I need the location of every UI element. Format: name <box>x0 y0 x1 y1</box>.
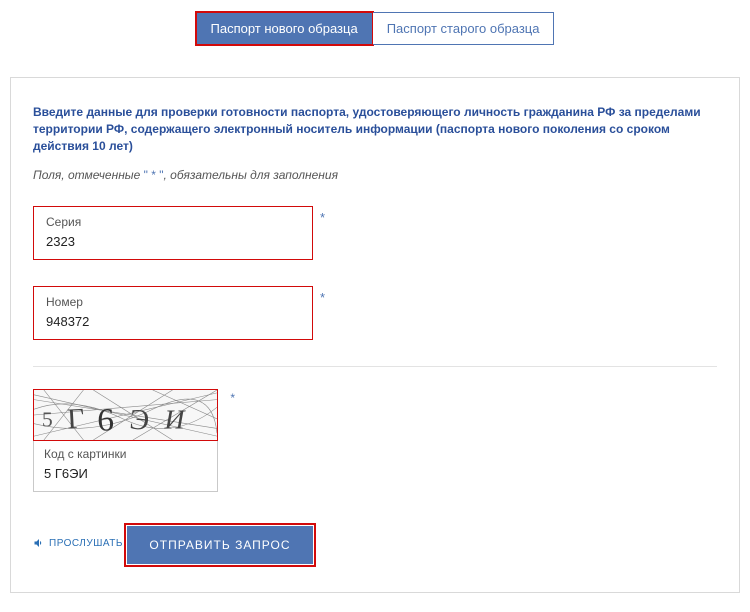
captcha-listen-link[interactable]: ПРОСЛУШАТЬ <box>33 537 123 549</box>
tab-new-passport[interactable]: Паспорт нового образца <box>196 12 373 45</box>
field-number: Номер * <box>33 286 313 340</box>
divider <box>33 366 717 367</box>
captcha-input[interactable] <box>44 466 207 481</box>
svg-text:6: 6 <box>97 402 114 438</box>
required-note-post: , обязательны для заполнения <box>164 168 338 182</box>
captcha-label: Код с картинки <box>44 447 207 461</box>
tab-old-passport[interactable]: Паспорт старого образца <box>373 12 555 45</box>
svg-text:Э: Э <box>128 404 150 437</box>
asterisk-icon: * <box>320 210 325 225</box>
series-label: Серия <box>46 215 300 229</box>
captcha-block: 5 Г 6 Э И * Код с картинки <box>33 389 225 492</box>
svg-text:5: 5 <box>42 408 53 432</box>
asterisk-icon: * <box>230 391 235 405</box>
required-note-star: " * " <box>144 168 164 182</box>
series-input[interactable] <box>46 234 300 249</box>
listen-label: ПРОСЛУШАТЬ <box>49 538 123 549</box>
svg-text:Г: Г <box>66 403 85 435</box>
asterisk-icon: * <box>320 290 325 305</box>
intro-text: Введите данные для проверки готовности п… <box>33 104 717 154</box>
form-panel: Введите данные для проверки готовности п… <box>10 77 740 593</box>
required-note-pre: Поля, отмеченные <box>33 168 144 182</box>
required-fields-note: Поля, отмеченные " * ", обязательны для … <box>33 168 717 182</box>
submit-button[interactable]: ОТПРАВИТЬ ЗАПРОС <box>127 526 312 564</box>
captcha-image: 5 Г 6 Э И <box>33 389 218 441</box>
svg-text:И: И <box>164 405 186 435</box>
number-label: Номер <box>46 295 300 309</box>
field-series: Серия * <box>33 206 313 260</box>
sound-icon <box>33 537 45 549</box>
number-input[interactable] <box>46 314 300 329</box>
